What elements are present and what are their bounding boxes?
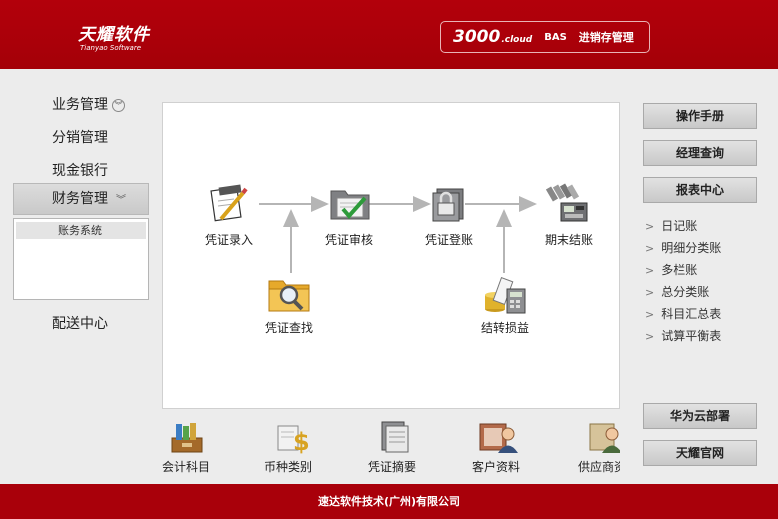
report-center-button[interactable]: 报表中心: [643, 177, 757, 203]
nav-item-label: 现金银行: [52, 163, 108, 179]
shortcut-label-subjects[interactable]: 会计科目: [162, 458, 210, 475]
finance-subpanel: 账务系统: [13, 218, 149, 300]
nav-item-finance[interactable]: 财务管理 ︾: [13, 183, 149, 215]
report-link-journal[interactable]: > 日记账: [645, 217, 697, 234]
workflow-arrows: [259, 196, 537, 273]
expand-circle-icon: ︾: [112, 99, 125, 112]
shortcut-label-supplier[interactable]: 供应商资料: [578, 458, 620, 475]
customer-info-icon[interactable]: [478, 420, 518, 458]
report-link-general-ledger[interactable]: > 总分类账: [645, 283, 709, 300]
manager-query-button[interactable]: 经理查询: [643, 140, 757, 166]
flow-label-closing[interactable]: 期末结账: [545, 231, 593, 248]
nav-item-cash-bank[interactable]: 现金银行: [52, 160, 108, 180]
collapse-chevron-icon: ︾: [116, 195, 126, 206]
subitem-accounting-system[interactable]: 账务系统: [16, 222, 146, 239]
profit-loss-transfer-icon[interactable]: [483, 275, 527, 319]
flow-label-posting[interactable]: 凭证登账: [425, 231, 473, 248]
chevron-right-icon: >: [645, 330, 655, 343]
accounting-subjects-icon[interactable]: [170, 420, 204, 458]
nav-item-label: 财务管理: [52, 191, 108, 207]
product-cloud: .cloud: [501, 35, 533, 45]
period-closing-icon[interactable]: [545, 183, 591, 229]
product-number: 3000: [453, 27, 501, 47]
svg-text:$: $: [293, 428, 310, 454]
report-link-label: 明细分类账: [661, 241, 722, 255]
product-badge: 3000 .cloud BAS 进销存管理: [440, 21, 650, 53]
flow-label-entry[interactable]: 凭证录入: [205, 231, 253, 248]
shortcut-strip: 会计科目 $ 币种类别 凭证摘要 客户资料 供应商: [162, 410, 620, 482]
voucher-search-icon[interactable]: [267, 275, 311, 317]
report-link-label: 日记账: [661, 219, 698, 233]
nav-item-delivery-center[interactable]: 配送中心: [52, 313, 108, 333]
shortcut-label-customer[interactable]: 客户资料: [472, 458, 520, 475]
chevron-right-icon: >: [645, 242, 655, 255]
workflow-panel: 凭证录入 凭证审核 凭证登账 期末结账 凭证查找 结转损益: [162, 102, 620, 409]
voucher-entry-icon[interactable]: [209, 183, 249, 227]
report-link-label: 试算平衡表: [661, 329, 722, 343]
voucher-posting-icon[interactable]: [429, 185, 469, 227]
report-link-label: 科目汇总表: [661, 307, 722, 321]
shortcut-label-summary[interactable]: 凭证摘要: [368, 458, 416, 475]
chevron-right-icon: >: [645, 286, 655, 299]
voucher-audit-icon[interactable]: [329, 185, 373, 227]
chevron-right-icon: >: [645, 308, 655, 321]
product-bas: BAS: [544, 31, 567, 43]
nav-item-business[interactable]: 业务管理 ︾: [52, 94, 125, 114]
chevron-right-icon: >: [645, 264, 655, 277]
report-link-subject-summary[interactable]: > 科目汇总表: [645, 305, 721, 322]
report-link-multi-column[interactable]: > 多栏账: [645, 261, 697, 278]
report-link-detail-ledger[interactable]: > 明细分类账: [645, 239, 721, 256]
voucher-summary-icon[interactable]: [378, 420, 412, 458]
report-link-label: 多栏账: [661, 263, 698, 277]
logo-chinese-text: 天耀软件: [78, 25, 150, 45]
logo-english-text: Tianyao Software: [80, 44, 142, 52]
nav-item-distribution[interactable]: 分销管理: [52, 127, 108, 147]
chevron-right-icon: >: [645, 220, 655, 233]
nav-item-label: 业务管理: [52, 97, 108, 113]
flow-label-transfer[interactable]: 结转损益: [481, 319, 529, 336]
nav-item-label: 分销管理: [52, 130, 108, 146]
currency-types-icon[interactable]: $: [276, 420, 310, 458]
flow-label-audit[interactable]: 凭证审核: [325, 231, 373, 248]
huawei-cloud-button[interactable]: 华为云部署: [643, 403, 757, 429]
flow-label-search[interactable]: 凭证查找: [265, 319, 313, 336]
shortcut-label-currency[interactable]: 币种类别: [264, 458, 312, 475]
manual-button[interactable]: 操作手册: [643, 103, 757, 129]
official-site-button[interactable]: 天耀官网: [643, 440, 757, 466]
report-link-trial-balance[interactable]: > 试算平衡表: [645, 327, 721, 344]
footer-company: 速达软件技术(广州)有限公司: [0, 484, 778, 519]
nav-item-label: 配送中心: [52, 316, 108, 332]
product-name: 进销存管理: [578, 31, 634, 44]
tianyao-logo: 天耀软件 Tianyao Software: [78, 20, 150, 52]
report-link-label: 总分类账: [661, 285, 710, 299]
supplier-info-icon[interactable]: [588, 420, 620, 458]
app-header: 天耀软件 Tianyao Software 3000 .cloud BAS 进销…: [0, 0, 778, 69]
